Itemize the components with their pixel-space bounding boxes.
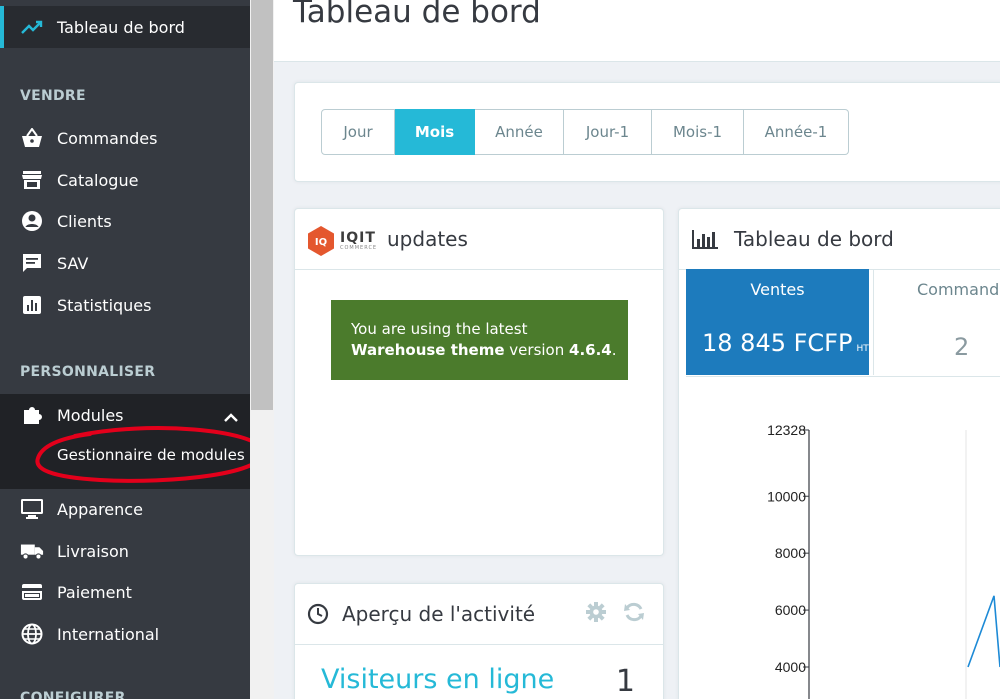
kpi-sales-suffix: HT	[856, 344, 869, 354]
period-button-prev-day[interactable]: Jour-1	[564, 109, 652, 155]
iqit-updates-card: IQ IQIT COMMERCE updates You are using t…	[294, 208, 664, 556]
sidebar: Tableau de bord VENDRE Commandes Catalog…	[0, 0, 250, 699]
sidebar-scrollbar-thumb[interactable]	[251, 0, 273, 410]
sidebar-item-shipping[interactable]: Livraison	[0, 530, 250, 572]
sidebar-item-label: Apparence	[57, 499, 143, 519]
iqit-brand-sub: COMMERCE	[340, 245, 378, 251]
kpi-orders-tab[interactable]: Commandes 2	[873, 269, 1000, 375]
sidebar-item-label: International	[57, 624, 160, 644]
highlight-circle-annotation	[35, 426, 250, 483]
card-title: Tableau de bord	[734, 227, 894, 251]
sidebar-item-dashboard[interactable]: Tableau de bord	[0, 6, 250, 48]
period-button-month[interactable]: Mois	[395, 109, 475, 155]
credit-card-icon	[20, 580, 44, 604]
card-header: IQ IQIT COMMERCE updates	[295, 209, 663, 270]
globe-icon	[20, 622, 44, 646]
iqit-logo-icon: IQ	[308, 226, 334, 256]
kpi-sales-value: 18 845 FCFP HT	[702, 329, 869, 357]
sales-line-chart: 12328 10000 8000 6000 4000	[767, 422, 1000, 699]
notice-line-2: Warehouse theme version 4.6.4.	[351, 340, 628, 361]
sidebar-item-international[interactable]: International	[0, 613, 250, 655]
sidebar-item-label: Tableau de bord	[57, 17, 185, 37]
section-title-configure: CONFIGURER	[20, 690, 126, 699]
kpi-sales-amount: 18 845 FCFP	[702, 329, 853, 357]
kpi-sales-tab[interactable]: Ventes 18 845 FCFP HT	[686, 269, 869, 375]
activity-overview-card: Aperçu de l'activité Visiteurs en ligne …	[294, 583, 664, 699]
account-circle-icon	[20, 209, 44, 233]
store-icon	[20, 168, 44, 192]
refresh-icon[interactable]	[623, 601, 645, 627]
sidebar-item-service[interactable]: SAV	[0, 242, 250, 284]
period-button-day[interactable]: Jour	[321, 109, 395, 155]
visitors-online-link[interactable]: Visiteurs en ligne	[321, 664, 554, 695]
bar-chart-icon	[691, 228, 719, 254]
sidebar-item-label: Livraison	[57, 541, 129, 561]
notice-line-1: You are using the latest	[351, 320, 528, 338]
bar-chart-icon	[20, 293, 44, 317]
trending-up-icon	[20, 15, 44, 39]
theme-name: Warehouse theme	[351, 341, 505, 359]
chart-y-tick-label: 10000	[767, 488, 806, 504]
page-title: Tableau de bord	[293, 0, 541, 30]
section-title-sell: VENDRE	[20, 88, 86, 104]
sidebar-item-label: Clients	[57, 211, 112, 231]
sidebar-item-label: Commandes	[57, 128, 158, 148]
chart-series-line	[967, 595, 1000, 668]
chart-y-tick-label: 8000	[775, 545, 806, 561]
period-button-group: Jour Mois Année Jour-1 Mois-1 Année-1	[321, 109, 849, 155]
card-header: Tableau de bord	[679, 209, 1000, 270]
chart-y-tick-label: 12328	[767, 422, 806, 438]
sidebar-item-orders[interactable]: Commandes	[0, 117, 250, 159]
chat-icon	[20, 251, 44, 275]
kpi-orders-label: Commandes	[917, 280, 1000, 299]
page-header: Tableau de bord	[274, 0, 1000, 62]
sidebar-item-appearance[interactable]: Apparence	[0, 488, 250, 530]
card-title: Aperçu de l'activité	[342, 602, 536, 626]
sidebar-item-label: Paiement	[57, 582, 132, 602]
clock-icon	[307, 603, 329, 629]
sidebar-item-customers[interactable]: Clients	[0, 200, 250, 242]
sidebar-item-payment[interactable]: Paiement	[0, 571, 250, 613]
sidebar-item-label: Statistiques	[57, 295, 152, 315]
kpi-sales-label: Ventes	[750, 280, 805, 299]
notice-version-label: version	[509, 341, 565, 359]
sidebar-item-stats[interactable]: Statistiques	[0, 284, 250, 326]
period-selector-card: Jour Mois Année Jour-1 Mois-1 Année-1	[294, 82, 1000, 182]
card-header: Aperçu de l'activité	[295, 584, 663, 645]
card-title: updates	[387, 227, 468, 251]
section-title-customize: PERSONNALISER	[20, 364, 156, 380]
gear-icon[interactable]	[585, 601, 607, 627]
period-button-year[interactable]: Année	[475, 109, 564, 155]
monitor-icon	[20, 497, 44, 521]
sidebar-item-label: SAV	[57, 253, 89, 273]
sidebar-item-label: Catalogue	[57, 170, 139, 190]
theme-version-notice: You are using the latest Warehouse theme…	[331, 300, 628, 380]
notice-end: .	[611, 341, 617, 359]
sidebar-item-catalog[interactable]: Catalogue	[0, 159, 250, 201]
sidebar-item-label: Modules	[57, 405, 124, 425]
period-button-prev-year[interactable]: Année-1	[744, 109, 849, 155]
basket-icon	[20, 126, 44, 150]
chart-y-tick-label: 6000	[775, 602, 806, 618]
visitors-online-count: 1	[615, 664, 635, 699]
kpi-orders-value: 2	[954, 333, 970, 361]
theme-version: 4.6.4	[569, 341, 612, 359]
iqit-brand-name: IQIT	[340, 230, 376, 246]
kpi-divider	[686, 376, 1000, 377]
truck-icon	[20, 539, 44, 563]
period-button-prev-month[interactable]: Mois-1	[652, 109, 744, 155]
iqit-logo-text: IQ	[315, 237, 327, 248]
chart-y-tick-label: 4000	[775, 659, 806, 675]
